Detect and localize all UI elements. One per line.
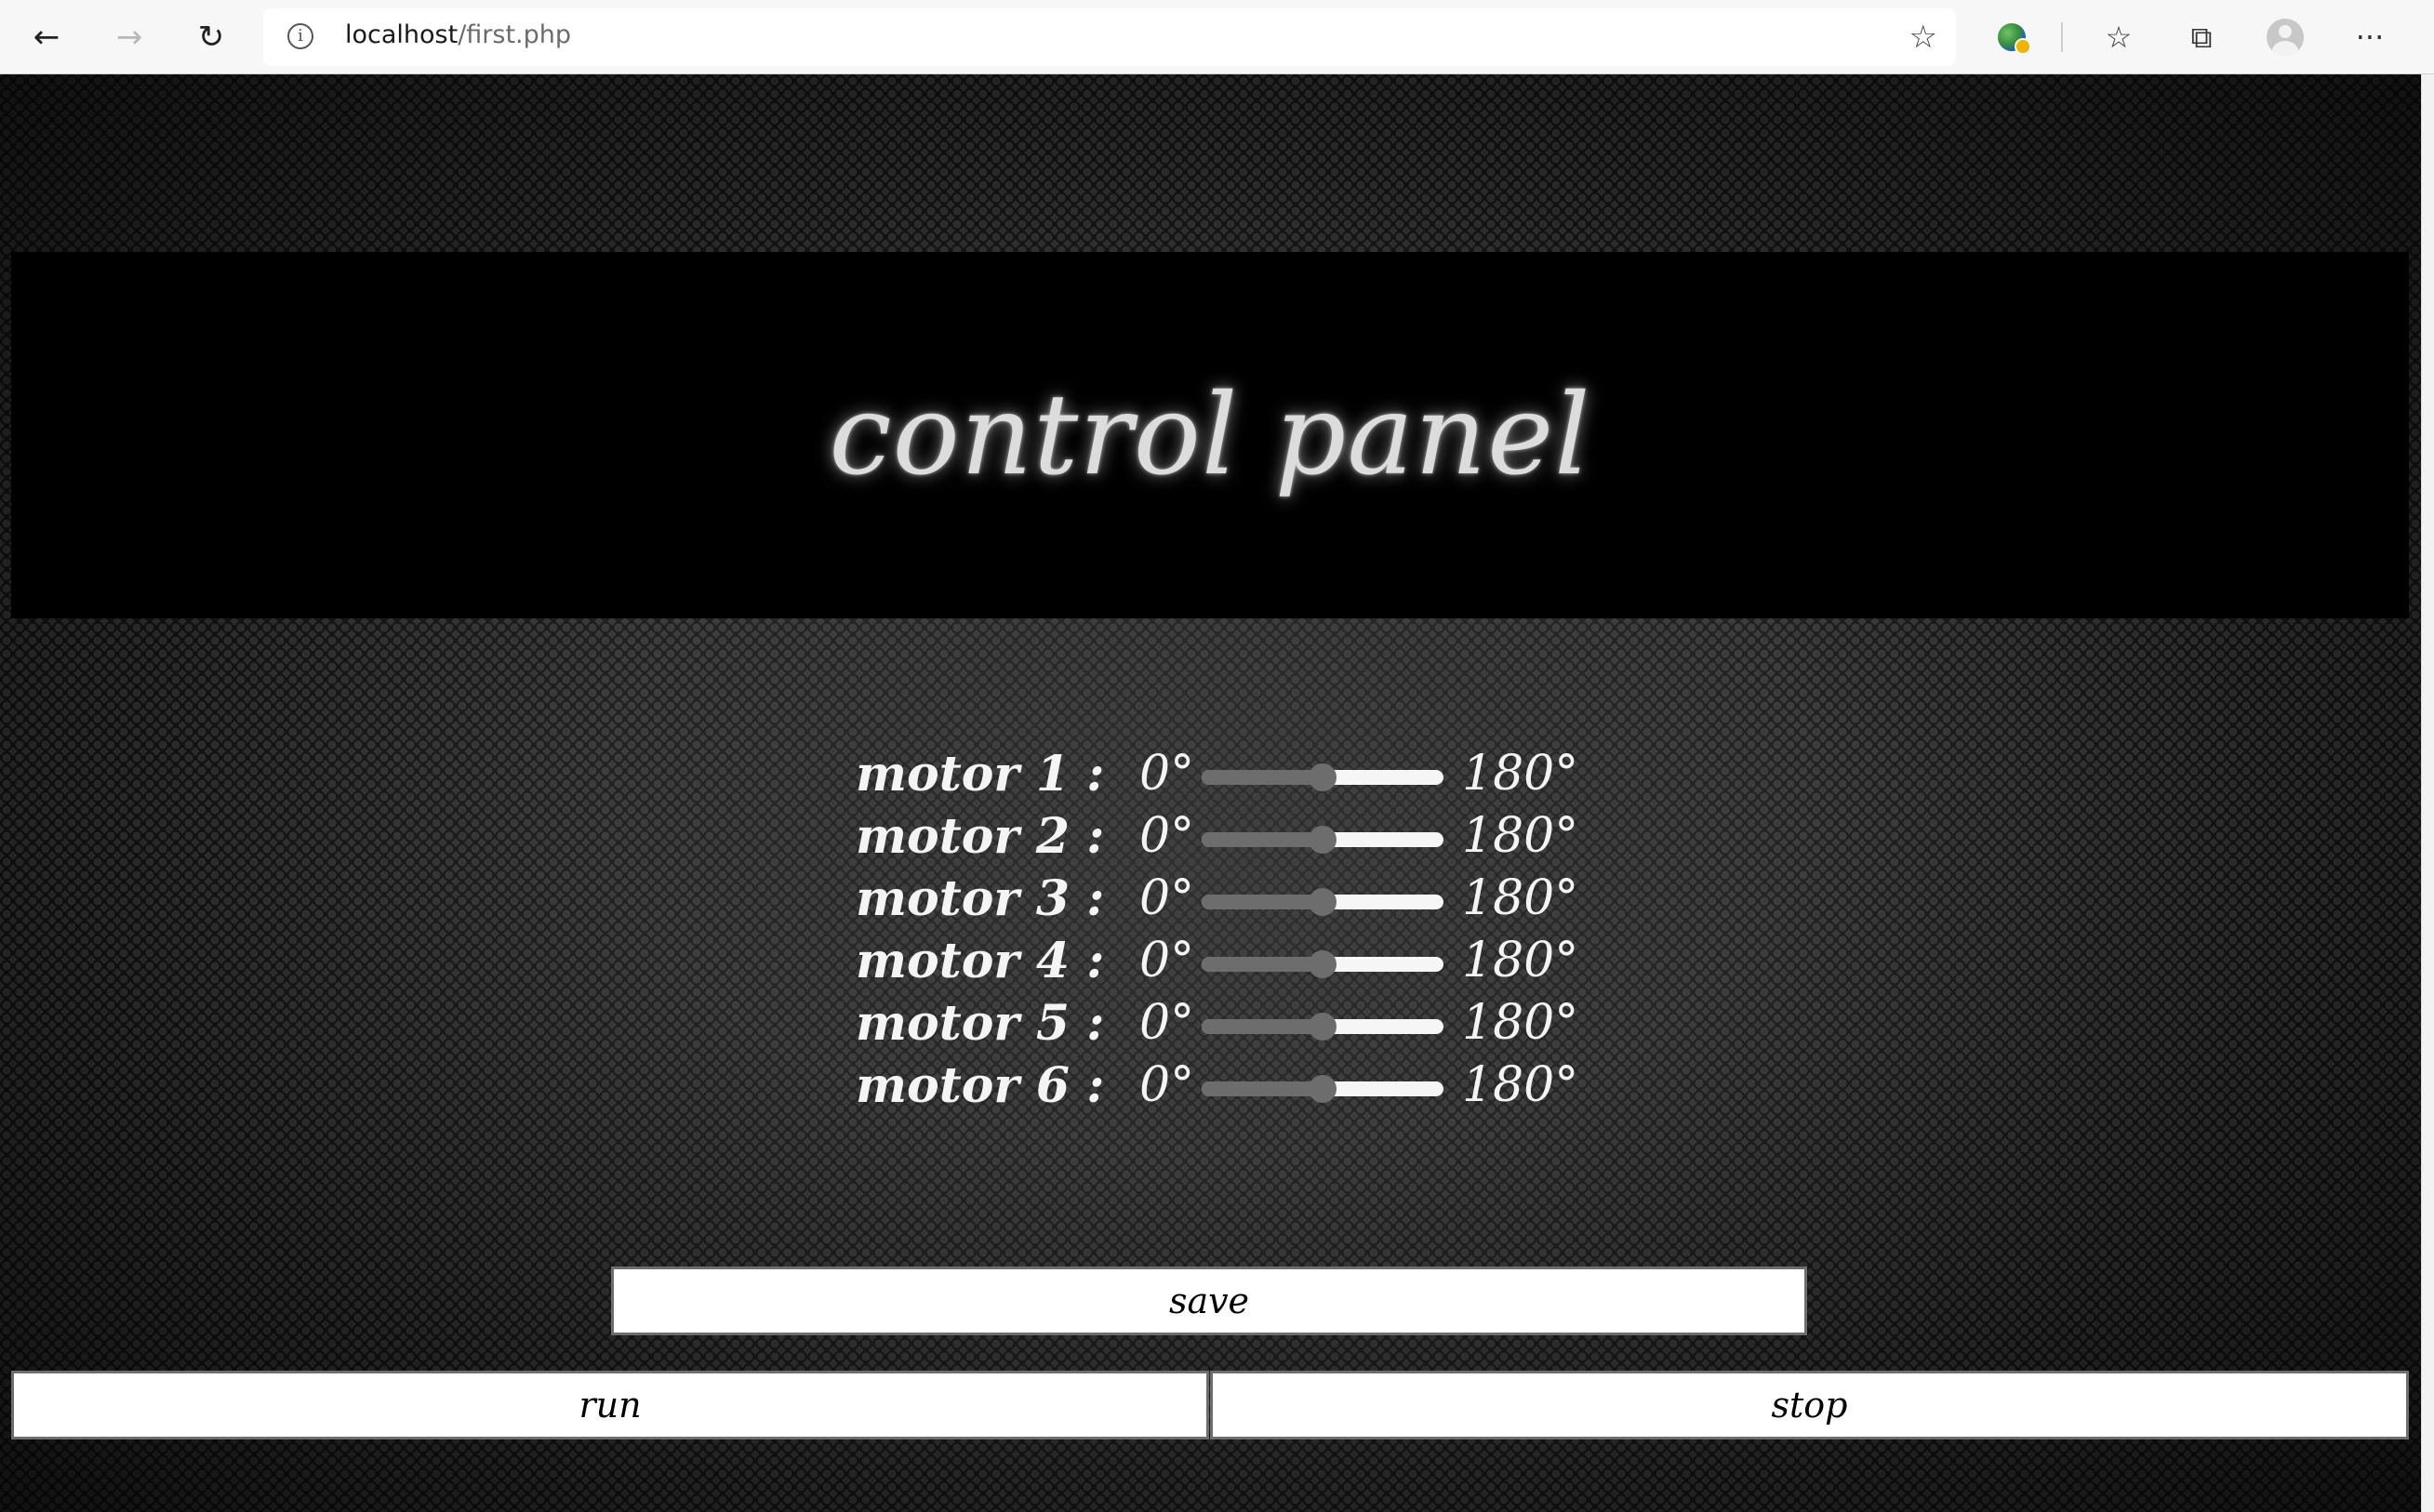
url-path: /first.php [458,20,572,49]
motor-row-6: motor 6 : 0° 180° [856,1057,1600,1120]
motor-max-label: 180° [1462,808,1579,864]
slider-fill [1202,895,1323,909]
motor-row-1: motor 1 : 0° 180° [856,746,1600,808]
url-text[interactable]: localhost/first.php [345,20,571,49]
motor-2-slider[interactable] [1202,826,1443,854]
slider-thumb[interactable] [1309,826,1337,854]
motor-label: motor 6 : [856,1057,1105,1114]
motor-max-label: 180° [1462,870,1579,926]
motor-max-label: 180° [1462,995,1579,1051]
page-title: control panel [829,370,1591,500]
motor-max-label: 180° [1462,933,1579,988]
collections-icon[interactable]: ⧉ [2178,14,2225,60]
slider-thumb[interactable] [1309,950,1337,978]
motor-label: motor 1 : [856,746,1105,802]
run-button[interactable]: run [11,1371,1209,1439]
motor-min-label: 0° [1139,746,1195,802]
vertical-scrollbar[interactable] [2421,74,2434,1512]
motor-label: motor 2 : [856,808,1105,865]
toolbar-divider [2061,22,2063,52]
motor-row-5: motor 5 : 0° 180° [856,995,1600,1057]
motor-row-4: motor 4 : 0° 180° [856,933,1600,995]
info-icon[interactable]: i [287,23,313,49]
motor-min-label: 0° [1139,995,1195,1051]
motor-min-label: 0° [1139,1057,1195,1113]
motor-max-label: 180° [1462,746,1579,802]
motor-label: motor 5 : [856,995,1105,1052]
extension-icon[interactable] [1988,14,2035,60]
address-bar[interactable]: i localhost/first.php ☆ [263,8,1956,66]
motor-row-2: motor 2 : 0° 180° [856,808,1600,870]
slider-thumb[interactable] [1309,763,1337,791]
motor-6-slider[interactable] [1202,1075,1443,1103]
url-host: localhost [345,20,459,49]
motor-label: motor 3 : [856,870,1105,927]
motor-min-label: 0° [1139,870,1195,926]
slider-thumb[interactable] [1309,1075,1337,1103]
back-arrow-icon[interactable]: ← [23,14,70,60]
profile-avatar-icon[interactable] [2262,14,2308,60]
refresh-icon[interactable]: ↻ [188,14,234,60]
motor-label: motor 4 : [856,933,1105,989]
page-viewport: control panel motor 1 : 0° 180° motor 2 … [0,74,2421,1512]
slider-thumb[interactable] [1309,888,1337,916]
slider-fill [1202,832,1323,847]
motor-min-label: 0° [1139,808,1195,864]
motor-4-slider[interactable] [1202,950,1443,978]
slider-fill [1202,770,1323,785]
forward-arrow-icon[interactable]: → [106,14,153,60]
motor-max-label: 180° [1462,1057,1579,1113]
favorites-icon[interactable]: ☆ [2095,14,2142,60]
motor-row-3: motor 3 : 0° 180° [856,870,1600,933]
motor-min-label: 0° [1139,933,1195,988]
slider-thumb[interactable] [1309,1013,1337,1041]
add-favorite-icon[interactable]: ☆ [1909,19,1937,56]
slider-fill [1202,1019,1323,1034]
motor-3-slider[interactable] [1202,888,1443,916]
motor-1-slider[interactable] [1202,763,1443,791]
stop-button[interactable]: stop [1210,1371,2409,1439]
slider-fill [1202,957,1323,972]
more-menu-icon[interactable]: ··· [2347,14,2393,60]
motor-5-slider[interactable] [1202,1013,1443,1041]
header-panel: control panel [11,252,2409,618]
browser-toolbar: ← → ↻ i localhost/first.php ☆ ☆ ⧉ ··· [0,0,2434,74]
save-button[interactable]: save [611,1267,1807,1335]
slider-fill [1202,1081,1323,1096]
